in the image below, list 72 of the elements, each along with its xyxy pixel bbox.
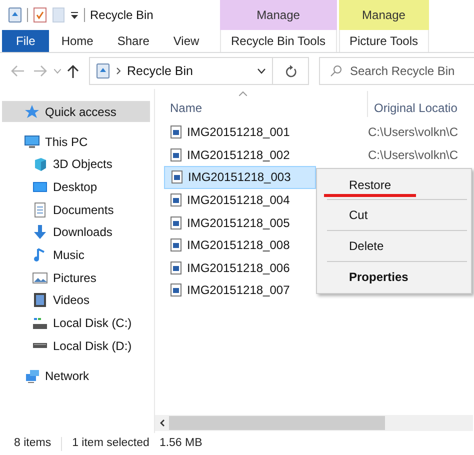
window-title: Recycle Bin bbox=[90, 7, 154, 24]
image-file-icon bbox=[170, 125, 182, 140]
search-icon bbox=[330, 65, 342, 77]
image-file-icon bbox=[170, 260, 182, 275]
table-cell-text: C:\Users\volkn\C bbox=[368, 124, 458, 142]
selection-size: 1.56 MB bbox=[159, 436, 202, 452]
context-tab-header: Manage bbox=[220, 0, 336, 30]
recycle-bin-icon bbox=[96, 63, 110, 79]
film-icon bbox=[32, 292, 48, 308]
file-row[interactable]: IMG20151218_008 bbox=[164, 234, 316, 257]
ribbon-tab[interactable]: File bbox=[2, 30, 50, 52]
sidebar-item[interactable]: This PC bbox=[0, 131, 154, 152]
network-icon bbox=[24, 368, 40, 384]
customize-caret-icon[interactable] bbox=[70, 10, 79, 20]
image-file-icon bbox=[170, 148, 182, 162]
ribbon-tab[interactable]: Home bbox=[49, 30, 106, 52]
ribbon-tab[interactable]: Recycle Bin Tools bbox=[220, 30, 336, 52]
table-cell-text: C:\Users\volkn\C bbox=[368, 146, 458, 164]
monitor-icon bbox=[24, 134, 40, 150]
menu-item[interactable]: Properties bbox=[317, 263, 471, 291]
download-arrow-icon bbox=[32, 224, 48, 240]
address-bar[interactable]: Recycle Bin bbox=[89, 57, 309, 85]
star-icon bbox=[24, 104, 40, 120]
file-row[interactable]: IMG20151218_002 bbox=[164, 144, 316, 166]
sidebar-item[interactable]: Pictures bbox=[0, 267, 154, 288]
sidebar-item[interactable]: Music bbox=[0, 244, 154, 266]
sidebar-item[interactable]: 3D Objects bbox=[0, 154, 154, 175]
file-row[interactable]: IMG20151218_001 bbox=[164, 121, 316, 144]
dropdown-caret-icon[interactable] bbox=[257, 68, 266, 74]
file-row[interactable]: IMG20151218_003 bbox=[164, 166, 316, 189]
chevron-icon bbox=[116, 67, 121, 75]
image-file-icon bbox=[170, 238, 182, 252]
sidebar-item[interactable]: Downloads bbox=[0, 222, 154, 243]
ribbon-tab[interactable]: Picture Tools bbox=[338, 30, 429, 52]
drive-icon bbox=[32, 315, 48, 331]
recycle-bin-icon[interactable] bbox=[8, 7, 22, 24]
recent-caret-icon[interactable] bbox=[54, 68, 61, 74]
cube-icon bbox=[32, 156, 48, 172]
item-count: 8 items bbox=[14, 436, 52, 452]
file-row[interactable]: IMG20151218_007 bbox=[164, 279, 316, 302]
file-row[interactable]: IMG20151218_006 bbox=[164, 256, 316, 280]
picture-icon bbox=[32, 270, 48, 286]
context-tab-header: Manage bbox=[338, 0, 429, 30]
document-icon bbox=[32, 202, 48, 218]
image-file-icon bbox=[170, 216, 182, 230]
search-box[interactable]: Search Recycle Bin bbox=[319, 57, 474, 85]
menu-item[interactable]: Restore bbox=[317, 171, 471, 199]
address-path: Recycle Bin bbox=[127, 62, 194, 80]
horizontal-scrollbar[interactable] bbox=[155, 415, 473, 431]
sidebar-item[interactable]: Local Disk (D:) bbox=[0, 335, 154, 356]
column-header[interactable]: Original Locatio bbox=[367, 91, 458, 117]
image-file-icon bbox=[171, 170, 183, 184]
properties-icon[interactable] bbox=[33, 7, 47, 24]
menu-item[interactable]: Cut bbox=[317, 201, 471, 229]
selection-info: 1 item selected bbox=[72, 436, 150, 452]
refresh-icon bbox=[284, 64, 296, 78]
file-row[interactable]: IMG20151218_005 bbox=[164, 211, 316, 234]
sidebar-item[interactable]: Quick access bbox=[2, 101, 150, 122]
image-file-icon bbox=[170, 193, 182, 208]
menu-item[interactable]: Delete bbox=[317, 232, 471, 260]
sidebar-item[interactable]: Local Disk (C:) bbox=[0, 312, 154, 334]
ribbon-tab[interactable]: View bbox=[161, 30, 212, 52]
sidebar-item[interactable]: Network bbox=[0, 365, 154, 386]
column-header[interactable]: Name bbox=[155, 99, 367, 117]
image-file-icon bbox=[170, 283, 182, 298]
sidebar-item[interactable]: Desktop bbox=[0, 176, 154, 198]
ribbon-tab[interactable]: Share bbox=[105, 30, 162, 52]
sidebar-item[interactable]: Videos bbox=[0, 290, 154, 311]
drive-icon bbox=[32, 343, 48, 348]
file-row[interactable]: IMG20151218_004 bbox=[164, 188, 316, 212]
up-arrow-icon[interactable] bbox=[67, 64, 79, 78]
sidebar-item[interactable]: Documents bbox=[0, 199, 154, 220]
